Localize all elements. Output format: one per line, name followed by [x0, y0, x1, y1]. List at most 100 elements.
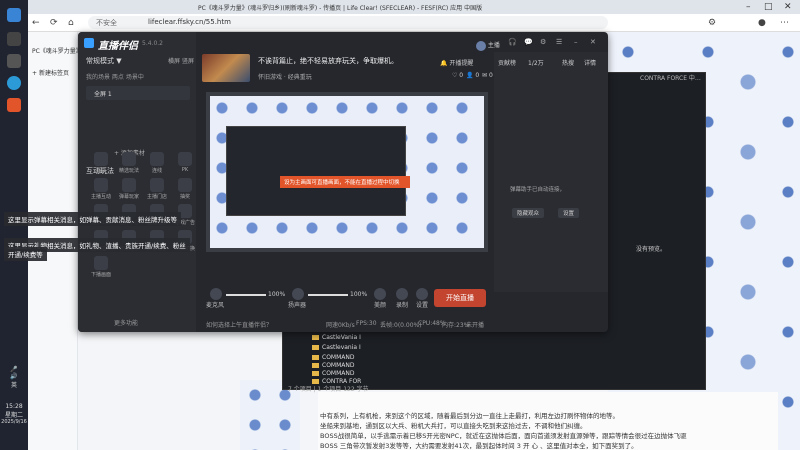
clock-date: 2025/9/16	[1, 419, 27, 425]
tool-label: 福袋	[95, 168, 106, 174]
stream-category[interactable]: 怀旧游戏 · 经典重玩	[258, 72, 312, 81]
help-link[interactable]: 如何选择上午直播伴侣？	[206, 320, 272, 329]
tool-icon[interactable]	[150, 178, 164, 192]
app-logo-text: 直播伴侣	[98, 41, 138, 52]
url-text[interactable]: lifeclear.ffsky.cn/55.htm	[148, 18, 231, 26]
portrait-toggle[interactable]: 竖屏	[182, 56, 194, 65]
tool-icon[interactable]	[94, 178, 108, 192]
task-view-icon[interactable]	[7, 54, 21, 68]
folder-icon	[312, 355, 319, 360]
explorer-preview-message: 没有预览。	[636, 246, 667, 253]
explorer-row[interactable]: COMMAND	[312, 362, 354, 369]
tab-detail[interactable]: 详情	[584, 58, 596, 67]
notice-gift-cont: 开通/续费等	[4, 247, 47, 261]
explorer-title: CONTRA FORCE 中…	[640, 75, 701, 82]
speaker-icon[interactable]	[292, 288, 304, 300]
app-logo-icon	[84, 38, 94, 48]
article-line: BOSS战很简单，以手逃需示着已移S开光密NPC，就近在这抛体后面，面向首道须发…	[320, 432, 687, 440]
edge-icon[interactable]	[7, 76, 21, 90]
speaker-volume-slider[interactable]	[308, 294, 348, 296]
avatar[interactable]	[476, 40, 486, 51]
hide-viewers-button[interactable]: 隐藏观众	[512, 208, 545, 218]
more-functions-button[interactable]: 更多功能	[114, 318, 138, 327]
tool-icon[interactable]	[178, 178, 192, 192]
tool-label: 下播画面	[90, 272, 111, 278]
app-headset-icon[interactable]: 🎧	[508, 38, 517, 46]
address-bar: ← ⟳ ⌂ 不安全 lifeclear.ffsky.cn/55.htm ⚙ ● …	[28, 14, 800, 32]
microphone-volume-pct: 100%	[268, 291, 286, 298]
clock-time: 15:28	[5, 403, 23, 410]
warning-text: 设为主画面可直播画面，不能在直播过程中切换	[284, 180, 400, 186]
article-body: 中有系列，上有机枪，来到这个的区域，随着最后到分边一直往上走最打，利用左边打刷怀…	[318, 392, 778, 450]
tool-icon[interactable]	[150, 152, 164, 166]
mic-tray-icon[interactable]: 🎤	[0, 366, 28, 373]
settings-icon[interactable]	[416, 288, 428, 300]
scene-tabs[interactable]: 我的场景 两点 场景中	[86, 72, 144, 81]
language-indicator[interactable]: 英	[0, 380, 28, 389]
tab-hot[interactable]: 热搜	[562, 58, 574, 67]
maximize-icon[interactable]: □	[764, 2, 773, 12]
tool-icon[interactable]	[122, 152, 136, 166]
url-field[interactable]: 不安全 lifeclear.ffsky.cn/55.htm	[88, 16, 608, 29]
explorer-row[interactable]: COMMAND	[312, 370, 354, 377]
new-tab-label: 新建标签页	[38, 70, 69, 77]
danmaku-settings-button[interactable]: 设置	[558, 208, 580, 218]
folder-icon	[312, 335, 319, 340]
extensions-icon[interactable]: ⚙	[708, 18, 716, 28]
folder-icon	[312, 371, 319, 376]
windows-start-icon[interactable]	[7, 8, 21, 22]
new-tab-button[interactable]: + 新建标签页	[32, 68, 69, 77]
tab-current[interactable]: PC《魂斗罗力量》	[32, 46, 82, 55]
stream-cover-thumbnail[interactable]	[202, 54, 250, 82]
footer-stat-item: FPS:30	[356, 320, 377, 327]
streamer-profile[interactable]: 主播	[476, 40, 500, 51]
folder-icon	[312, 345, 319, 350]
tab-count[interactable]: 1/2万	[528, 58, 544, 67]
explorer-row[interactable]: COMMAND	[312, 354, 354, 361]
beauty-icon[interactable]	[374, 288, 386, 300]
minimize-icon[interactable]: –	[746, 2, 751, 12]
scene-item-label: 全屏 1	[94, 91, 112, 98]
tool-icon[interactable]	[122, 178, 136, 192]
security-label[interactable]: 不安全	[96, 18, 117, 28]
danmaku-status: 弹幕助手已自动连接，	[510, 187, 566, 193]
tool-icon[interactable]	[178, 152, 192, 166]
start-live-button[interactable]: 开始直播	[434, 289, 486, 307]
explorer-status: 7 个项目 | 1 个项目 122 字节	[288, 386, 369, 393]
landscape-toggle[interactable]: 横屏	[168, 56, 180, 65]
record-label: 录制	[396, 302, 409, 309]
folder-icon	[312, 363, 319, 368]
tool-label: 连线	[151, 168, 162, 174]
tool-label: 弹幕玩家	[118, 194, 139, 200]
explorer-row[interactable]: CastleVania I	[312, 334, 361, 341]
app-close-icon[interactable]: ✕	[590, 38, 596, 46]
tool-icon[interactable]	[94, 256, 108, 270]
stream-reminder[interactable]: 🔔 开播提醒	[440, 58, 473, 67]
app-settings-icon[interactable]: ⚙	[540, 38, 546, 46]
tool-label: 主播门店	[146, 194, 167, 200]
microphone-volume-slider[interactable]	[226, 294, 266, 296]
menu-icon[interactable]: ⋯	[780, 18, 789, 28]
app-icon[interactable]	[7, 98, 21, 112]
tool-icon[interactable]	[94, 152, 108, 166]
notice-danmaku: 这里显示弹幕相关消息，如弹幕、贡献消息、粉丝牌升级等	[4, 212, 181, 226]
explorer-row[interactable]: Castlevania I	[312, 344, 361, 351]
app-chat-icon[interactable]: 💬	[524, 38, 533, 46]
volume-tray-icon[interactable]: 🔊	[0, 373, 28, 380]
tab-contribution[interactable]: 贡献榜	[498, 58, 516, 67]
speaker-label: 扬声器	[288, 302, 307, 309]
stream-title[interactable]: 不诶背篇止，绝不轻易放弃玩关，争取爆机。	[258, 56, 398, 66]
profile-icon[interactable]: ●	[758, 18, 766, 28]
microphone-icon[interactable]	[210, 288, 222, 300]
home-icon[interactable]: ⌂	[68, 18, 74, 28]
likes-count: ♡ 0	[452, 72, 464, 79]
close-icon[interactable]: ✕	[784, 2, 792, 12]
app-minimize-icon[interactable]: –	[574, 38, 578, 46]
back-icon[interactable]: ←	[32, 18, 40, 28]
app-menu-icon[interactable]: ☰	[556, 38, 562, 46]
mode-selector[interactable]: 常规模式 ▼	[86, 56, 122, 66]
tool-label: 精选玩法	[118, 168, 139, 174]
refresh-icon[interactable]: ⟳	[50, 18, 58, 28]
record-icon[interactable]	[396, 288, 408, 300]
search-icon[interactable]	[7, 32, 21, 46]
